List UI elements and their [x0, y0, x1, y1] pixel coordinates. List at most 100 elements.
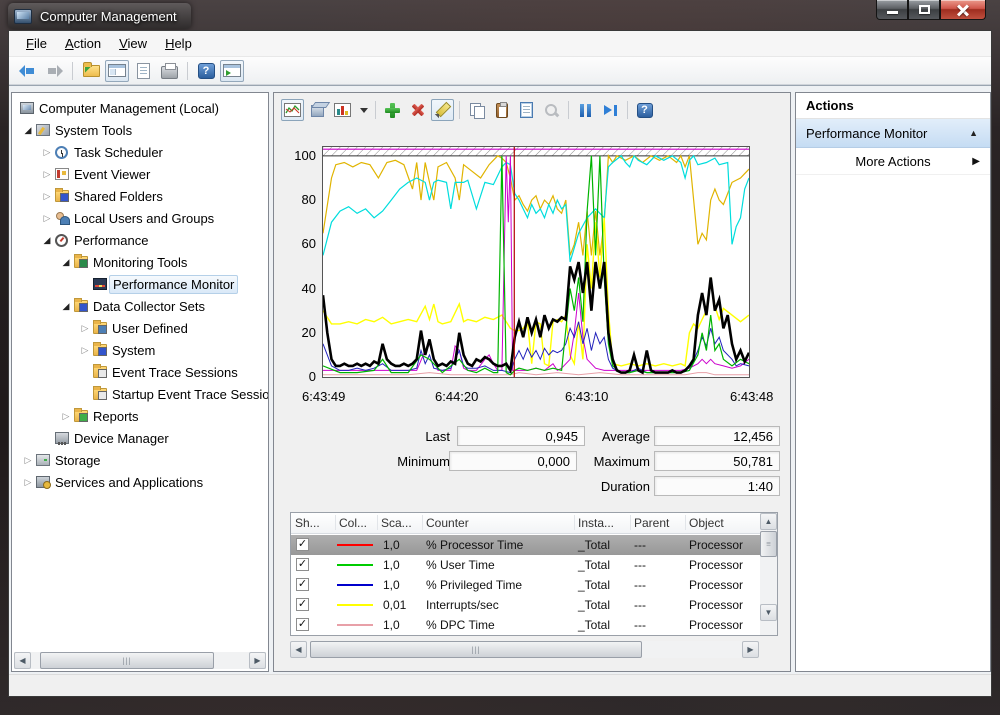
scroll-up-icon[interactable]: ▲	[760, 513, 777, 530]
maximize-button[interactable]	[908, 0, 940, 20]
tree-expand-icon[interactable]: ▷	[42, 147, 52, 158]
counter-hscroll-thumb[interactable]: |||	[310, 641, 642, 658]
tree-collapse-icon[interactable]: ◢	[42, 235, 52, 246]
tree-item-label[interactable]: Task Scheduler	[71, 144, 166, 161]
delete-counter-x-icon[interactable]	[406, 99, 429, 121]
help-icon[interactable]: ?	[194, 60, 218, 82]
help-icon[interactable]: ?	[633, 99, 656, 121]
counter-row[interactable]: ✓1,0% User Time_Total---Processor	[291, 555, 760, 575]
tree-item-startup-event-trace-sessions[interactable]: Startup Event Trace Sessions	[12, 383, 268, 405]
column-separator[interactable]	[630, 515, 631, 530]
collapse-chevron-icon[interactable]: ▲	[969, 128, 978, 138]
paste-counter-list-icon[interactable]	[490, 99, 513, 121]
tree-item-shared-folders[interactable]: ▷Shared Folders	[12, 185, 268, 207]
print-icon[interactable]	[157, 60, 181, 82]
tree-item-label[interactable]: Computer Management (Local)	[36, 100, 222, 117]
tree-item-monitoring-tools[interactable]: ◢ Monitoring Tools	[12, 251, 268, 273]
highlight-pen-icon[interactable]	[431, 99, 454, 121]
tree-item-task-scheduler[interactable]: ▷ Task Scheduler	[12, 141, 268, 163]
counter-row[interactable]: ✓1,0% DPC Time_Total---Processor	[291, 615, 760, 635]
column-header[interactable]: Counter	[426, 516, 469, 530]
column-header[interactable]: Col...	[339, 516, 367, 530]
counter-row[interactable]: ✓1,0% Privileged Time_Total---Processor	[291, 575, 760, 595]
tree-item-label[interactable]: Reports	[90, 408, 142, 425]
tree-item-label[interactable]: Services and Applications	[52, 474, 206, 491]
tree-expand-icon[interactable]: ▷	[23, 477, 33, 488]
scroll-left-icon[interactable]: ◀	[14, 652, 31, 669]
tree-item-label[interactable]: Storage	[52, 452, 104, 469]
tree-item-label[interactable]: Performance Monitor	[109, 275, 238, 294]
scroll-down-icon[interactable]: ▼	[760, 604, 777, 621]
column-separator[interactable]	[377, 515, 378, 530]
tree-item-label[interactable]: System	[109, 342, 158, 359]
tree-item-performance-monitor[interactable]: Performance Monitor	[12, 273, 268, 295]
counter-list-header[interactable]: Sh...Col...Sca...CounterInsta...ParentOb…	[291, 513, 760, 534]
add-counter-plus-icon[interactable]	[381, 99, 404, 121]
tree-expand-icon[interactable]: ▷	[23, 455, 33, 466]
tree-item-system-tools[interactable]: ◢ System Tools	[12, 119, 268, 141]
properties-doc-icon[interactable]	[131, 60, 155, 82]
tree-item-performance[interactable]: ◢ Performance	[12, 229, 268, 251]
tree-item-label[interactable]: System Tools	[52, 122, 135, 139]
tree-expand-icon[interactable]: ▷	[42, 213, 52, 224]
tree-item-label[interactable]: Local Users and Groups	[71, 210, 217, 227]
column-separator[interactable]	[335, 515, 336, 530]
menu-view[interactable]: View	[110, 33, 156, 54]
menu-file[interactable]: File	[17, 33, 56, 54]
forward-arrow-icon[interactable]	[42, 60, 66, 82]
column-separator[interactable]	[574, 515, 575, 530]
toggle-action-pane-window-icon[interactable]	[220, 60, 244, 82]
view-current-activity-chart-icon[interactable]	[281, 99, 304, 121]
tree-collapse-icon[interactable]: ◢	[61, 301, 71, 312]
tree-item-user-defined[interactable]: ▷User Defined	[12, 317, 268, 339]
counter-list-horizontal-scrollbar[interactable]: ◀ ▶ |||	[290, 641, 759, 658]
column-separator[interactable]	[422, 515, 423, 530]
change-graph-type-histogram-icon[interactable]	[331, 99, 354, 121]
tree-horizontal-scrollbar[interactable]: ◀ ▶ |||	[14, 652, 266, 669]
column-header[interactable]: Parent	[634, 516, 669, 530]
tree-collapse-icon[interactable]: ◢	[23, 125, 33, 136]
tree-collapse-icon[interactable]: ◢	[61, 257, 71, 268]
tree-item-storage[interactable]: ▷ Storage	[12, 449, 268, 471]
export-list-folder-icon[interactable]	[79, 60, 103, 82]
counter-scroll-thumb[interactable]: ≡	[760, 531, 777, 557]
tree-item-device-manager[interactable]: Device Manager	[12, 427, 268, 449]
counter-row[interactable]: ✓0,01Interrupts/sec_Total---Processor	[291, 595, 760, 615]
view-log-data-cube-icon[interactable]	[306, 99, 329, 121]
scroll-left-icon[interactable]: ◀	[290, 641, 307, 658]
show-checkbox[interactable]: ✓	[296, 558, 309, 571]
freeze-display-pause-icon[interactable]	[574, 99, 597, 121]
tree-item-label[interactable]: Device Manager	[71, 430, 172, 447]
more-actions-item[interactable]: More Actions ▶	[796, 148, 990, 175]
tree-expand-icon[interactable]: ▷	[80, 345, 90, 356]
toggle-console-tree-window-icon[interactable]	[105, 60, 129, 82]
copy-properties-icon[interactable]	[465, 99, 488, 121]
column-separator[interactable]	[685, 515, 686, 530]
show-checkbox[interactable]: ✓	[296, 578, 309, 591]
counter-list-vertical-scrollbar[interactable]: ▲ ▼ ≡	[760, 513, 777, 635]
tree-item-reports[interactable]: ▷ Reports	[12, 405, 268, 427]
column-header[interactable]: Object	[689, 516, 724, 530]
tree-item-label[interactable]: User Defined	[109, 320, 191, 337]
actions-group-performance-monitor[interactable]: Performance Monitor ▲	[796, 119, 990, 148]
zoom-magnifier-icon[interactable]	[540, 99, 563, 121]
tree-expand-icon[interactable]: ▷	[61, 411, 71, 422]
tree-item-event-trace-sessions[interactable]: Event Trace Sessions	[12, 361, 268, 383]
show-checkbox[interactable]: ✓	[296, 618, 309, 631]
tree-expand-icon[interactable]: ▷	[42, 191, 52, 202]
tree-item-data-collector-sets[interactable]: ◢Data Collector Sets	[12, 295, 268, 317]
column-header[interactable]: Sca...	[381, 516, 412, 530]
menu-help[interactable]: Help	[156, 33, 201, 54]
tree-item-label[interactable]: Monitoring Tools	[90, 254, 190, 271]
tree-item-label[interactable]: Event Viewer	[71, 166, 153, 183]
scroll-right-icon[interactable]: ▶	[249, 652, 266, 669]
tree-item-event-viewer[interactable]: ▷ Event Viewer	[12, 163, 268, 185]
counter-row[interactable]: ✓1,0% Processor Time_Total---Processor	[291, 535, 760, 555]
tree-item-system[interactable]: ▷ System	[12, 339, 268, 361]
menu-action[interactable]: Action	[56, 33, 110, 54]
properties-doc-icon[interactable]	[515, 99, 538, 121]
tree-item-label[interactable]: Event Trace Sessions	[109, 364, 241, 381]
tree-item-label[interactable]: Performance	[71, 232, 151, 249]
tree-expand-icon[interactable]: ▷	[42, 169, 52, 180]
tree-item-services-and-applications[interactable]: ▷ Services and Applications	[12, 471, 268, 493]
